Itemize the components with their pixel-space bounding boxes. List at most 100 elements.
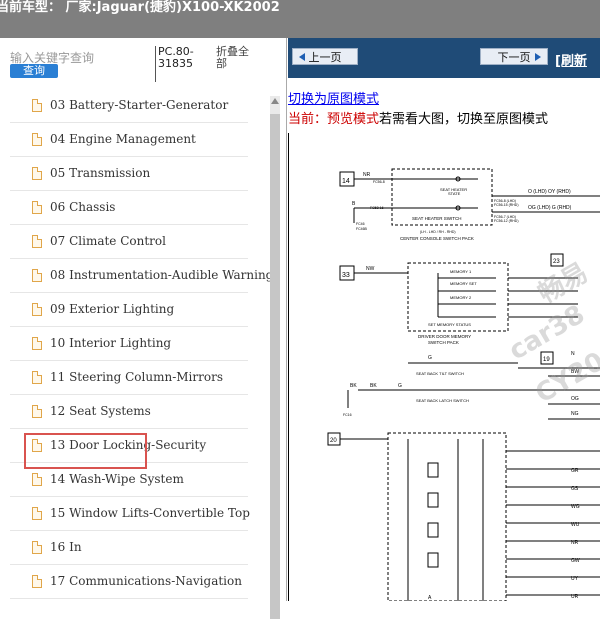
svg-text:FC16: FC16 bbox=[343, 413, 352, 417]
svg-text:MEMORY 1: MEMORY 1 bbox=[450, 269, 472, 274]
document-icon bbox=[32, 201, 42, 214]
tree-item[interactable]: 11 Steering Column-Mirrors bbox=[10, 362, 248, 395]
svg-text:OG: OG bbox=[571, 396, 579, 402]
status-tail: 若需看大图，切换至原图模式 bbox=[379, 112, 549, 127]
prev-page-label: 上一页 bbox=[308, 51, 342, 64]
svg-text:DRIVER DOOR MEMORY: DRIVER DOOR MEMORY bbox=[418, 334, 471, 339]
scroll-up-icon[interactable] bbox=[271, 98, 279, 104]
svg-text:BK: BK bbox=[370, 383, 377, 389]
document-icon bbox=[32, 167, 42, 180]
tree-item[interactable]: 09 Exterior Lighting bbox=[10, 294, 248, 327]
svg-text:SEAT BACK LATCH SWITCH: SEAT BACK LATCH SWITCH bbox=[416, 398, 469, 403]
document-icon bbox=[32, 269, 42, 282]
svg-text:19: 19 bbox=[543, 357, 550, 363]
document-icon bbox=[32, 541, 42, 554]
svg-text:STATE: STATE bbox=[448, 191, 461, 196]
tree-item[interactable]: 06 Chassis bbox=[10, 192, 248, 225]
selection-highlight bbox=[24, 433, 147, 469]
svg-text:MEMORY 2: MEMORY 2 bbox=[450, 295, 472, 300]
svg-text:UR: UR bbox=[571, 594, 579, 600]
tree-item-label: 06 Chassis bbox=[50, 200, 116, 214]
arrow-left-icon bbox=[299, 53, 305, 61]
svg-text:GR: GR bbox=[571, 468, 579, 474]
tree-item-label: 17 Communications-Navigation bbox=[50, 574, 242, 588]
tree-list: 03 Battery-Starter-Generator 04 Engine M… bbox=[10, 90, 280, 601]
scrollbar[interactable] bbox=[270, 96, 280, 619]
svg-text:SEAT BACK TILT SWITCH: SEAT BACK TILT SWITCH bbox=[416, 371, 464, 376]
tree-item-selected[interactable]: 12 Seat Systems bbox=[10, 396, 248, 429]
tree-item-label: 12 Seat Systems bbox=[50, 404, 151, 418]
wiring-diagram: 14 NR FC56-8 SEAT HEATER STATE SEAT HEAT… bbox=[287, 133, 600, 602]
svg-text:A: A bbox=[428, 595, 432, 601]
svg-text:G: G bbox=[428, 355, 432, 361]
svg-text:NR: NR bbox=[363, 172, 371, 178]
window-title: 当前车型： 厂家:Jaguar(捷豹)X100-XK2002 bbox=[0, 0, 280, 15]
svg-text:OG (LHD) G (RHD): OG (LHD) G (RHD) bbox=[528, 205, 572, 211]
svg-text:MEMORY SET: MEMORY SET bbox=[450, 281, 477, 286]
svg-text:BK: BK bbox=[350, 383, 357, 389]
viewer-panel: 上一页 下一页 [刷新 切换为原图模式 当前：预览模式若需看大图，切换至原图模式… bbox=[287, 38, 600, 602]
svg-text:FC56-8: FC56-8 bbox=[373, 180, 385, 184]
svg-text:SEAT HEATER SWITCH: SEAT HEATER SWITCH bbox=[412, 216, 462, 221]
document-icon bbox=[32, 303, 42, 316]
svg-text:CENTER CONSOLE SWITCH PACK: CENTER CONSOLE SWITCH PACK bbox=[400, 236, 474, 241]
svg-text:NR: NR bbox=[571, 540, 579, 546]
tree-item[interactable]: 05 Transmission bbox=[10, 158, 248, 191]
window-title-bar: 当前车型： 厂家:Jaguar(捷豹)X100-XK2002 bbox=[0, 0, 600, 38]
prev-page-button[interactable]: 上一页 bbox=[292, 48, 358, 65]
query-button[interactable]: 查询 bbox=[10, 64, 58, 78]
svg-text:FC56-12 (RHD): FC56-12 (RHD) bbox=[494, 219, 519, 223]
tree-item[interactable]: 03 Battery-Starter-Generator bbox=[10, 90, 248, 123]
svg-text:NW: NW bbox=[366, 266, 375, 272]
search-area: 输入关键字查询 查询 PC.80-31835 折叠全部 bbox=[0, 38, 286, 88]
svg-text:SET MEMORY STATUS: SET MEMORY STATUS bbox=[428, 322, 471, 327]
document-icon bbox=[32, 575, 42, 588]
svg-text:O (LHD) OY (RHD): O (LHD) OY (RHD) bbox=[528, 189, 571, 195]
next-page-button[interactable]: 下一页 bbox=[480, 48, 548, 65]
document-icon bbox=[32, 133, 42, 146]
svg-text:B: B bbox=[352, 201, 356, 207]
svg-text:SWITCH PACK: SWITCH PACK bbox=[428, 340, 459, 345]
document-icon bbox=[32, 405, 42, 418]
status-mode: 预览模式 bbox=[327, 112, 380, 127]
svg-text:WG: WG bbox=[571, 504, 580, 510]
svg-text:G: G bbox=[398, 383, 402, 389]
fold-all-link[interactable]: 折叠全部 bbox=[216, 46, 256, 70]
svg-text:FC46B: FC46B bbox=[356, 227, 368, 231]
tree-item-label: 05 Transmission bbox=[50, 166, 151, 180]
tree-item-label: 16 In bbox=[50, 540, 82, 554]
document-icon bbox=[32, 473, 42, 486]
tree-item[interactable]: 04 Engine Management bbox=[10, 124, 248, 157]
tree-item[interactable]: 17 Communications-Navigation bbox=[10, 566, 248, 599]
tree-item[interactable]: 15 Window Lifts-Convertible Top bbox=[10, 498, 250, 531]
switch-mode-link[interactable]: 切换为原图模式 bbox=[288, 88, 379, 107]
svg-text:33: 33 bbox=[342, 272, 350, 279]
document-icon bbox=[32, 507, 42, 520]
tree-item[interactable]: 16 In bbox=[10, 532, 248, 565]
status-prefix: 当前： bbox=[288, 112, 328, 127]
scrollbar-thumb[interactable] bbox=[270, 114, 280, 619]
tree-item-label: 03 Battery-Starter-Generator bbox=[50, 98, 229, 112]
refresh-link[interactable]: [刷新 bbox=[555, 50, 587, 69]
next-page-label: 下一页 bbox=[497, 51, 531, 64]
document-icon bbox=[32, 99, 42, 112]
tree-item-label: 15 Window Lifts-Convertible Top bbox=[50, 506, 250, 520]
status-line: 当前：预览模式若需看大图，切换至原图模式 bbox=[288, 108, 548, 127]
tree-item[interactable]: 07 Climate Control bbox=[10, 226, 248, 259]
svg-text:GS: GS bbox=[571, 486, 579, 492]
tree-item-label: 04 Engine Management bbox=[50, 132, 196, 146]
document-icon bbox=[32, 371, 42, 384]
left-panel: 输入关键字查询 查询 PC.80-31835 折叠全部 03 Battery-S… bbox=[0, 38, 287, 619]
document-icon bbox=[32, 235, 42, 248]
connector-14: 14 bbox=[342, 178, 350, 185]
svg-text:N: N bbox=[571, 351, 575, 357]
viewer-toolbar: 上一页 下一页 [刷新 bbox=[288, 38, 600, 78]
svg-text:FC46: FC46 bbox=[356, 222, 365, 226]
tree-item-label: 14 Wash-Wipe System bbox=[50, 472, 184, 486]
svg-text:UY: UY bbox=[571, 576, 579, 582]
divider bbox=[155, 46, 156, 82]
tree-item[interactable]: 08 Instrumentation-Audible Warnings bbox=[10, 260, 280, 293]
svg-text:FC56-15 (RHD): FC56-15 (RHD) bbox=[494, 203, 519, 207]
tree-item[interactable]: 10 Interior Lighting bbox=[10, 328, 248, 361]
svg-text:NG: NG bbox=[571, 411, 579, 417]
